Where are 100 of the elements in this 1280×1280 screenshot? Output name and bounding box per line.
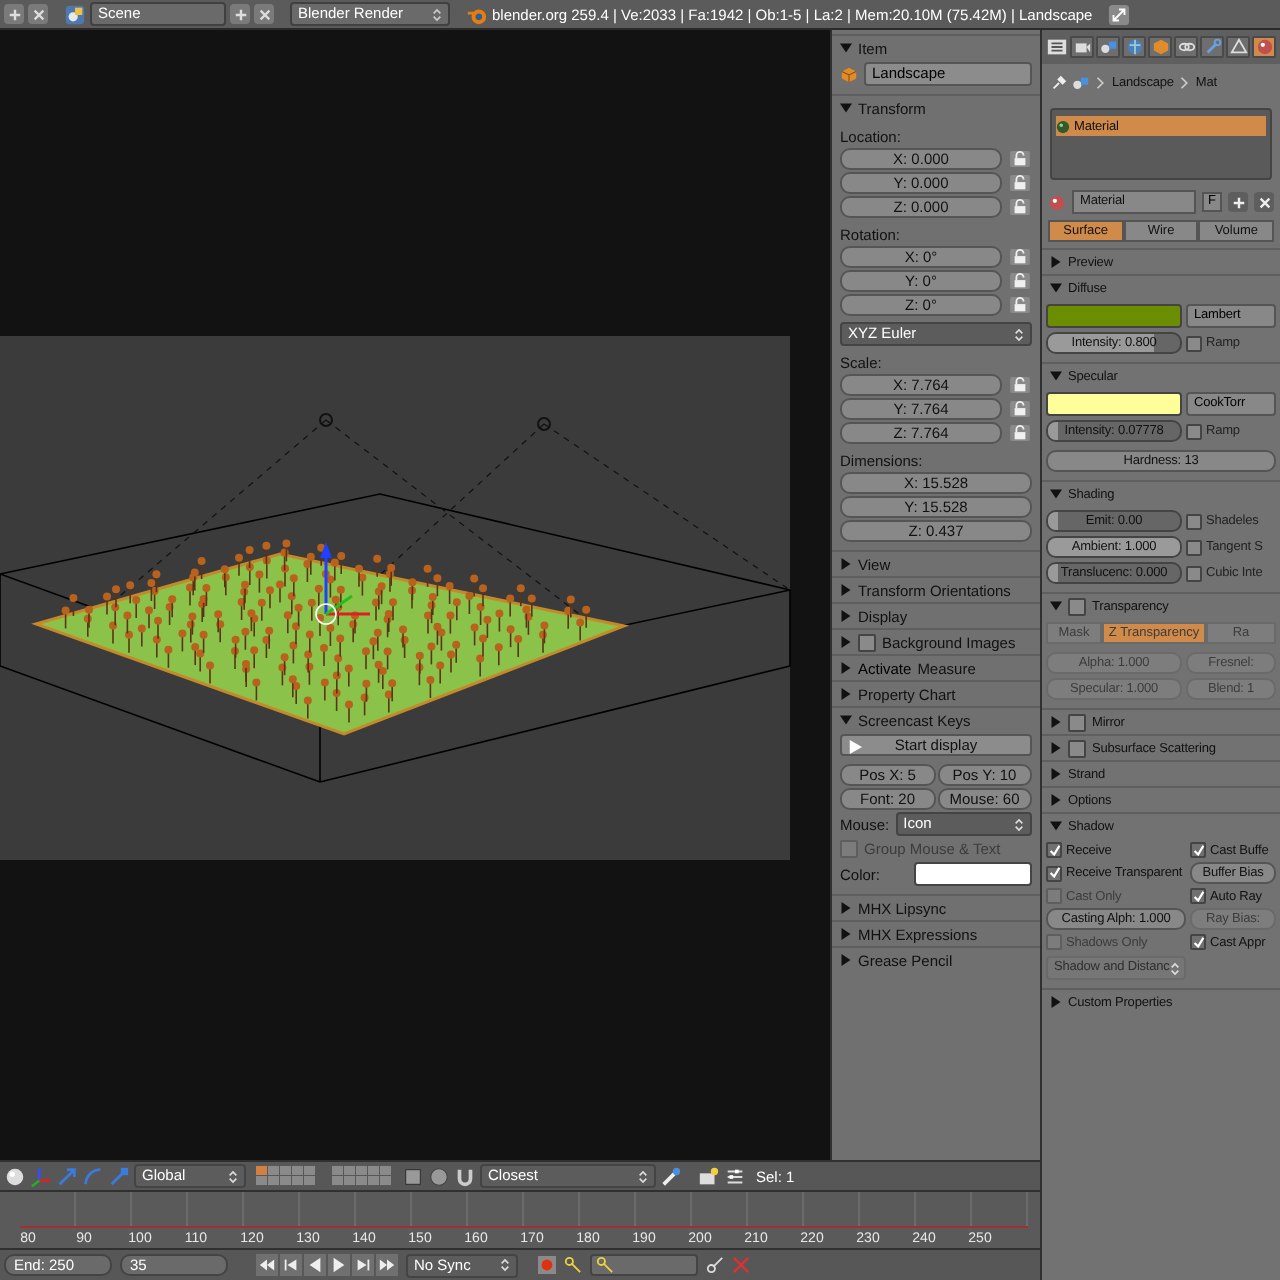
checkbox[interactable] [1046, 842, 1062, 858]
context-tab[interactable] [1226, 36, 1250, 58]
layer-grid[interactable] [332, 1166, 392, 1186]
layer-grid[interactable] [256, 1166, 316, 1186]
up-down-arrows-icon [228, 1169, 238, 1183]
padlock-icon[interactable] [1008, 424, 1032, 442]
scene-icon[interactable] [64, 3, 86, 25]
checkbox[interactable] [1190, 934, 1206, 950]
triangle-icon[interactable] [1050, 256, 1062, 268]
triangle-icon[interactable] [840, 610, 852, 622]
add-button[interactable] [230, 4, 250, 24]
padlock-icon[interactable] [1008, 400, 1032, 418]
checkbox[interactable] [858, 633, 876, 651]
shapes-icon [1072, 74, 1090, 92]
padlock-icon[interactable] [1008, 248, 1032, 266]
globe-icon [1125, 38, 1143, 56]
triangle-icon[interactable] [1050, 820, 1062, 832]
checkbox[interactable] [1186, 423, 1202, 439]
chevron-icon [1177, 76, 1192, 90]
checkbox[interactable] [1186, 539, 1202, 555]
sphere-icon[interactable] [1048, 193, 1066, 211]
up-down-arrows-icon [500, 1258, 510, 1272]
triangle-icon[interactable] [840, 688, 852, 700]
context-tab[interactable] [1122, 36, 1146, 58]
color-swatch[interactable] [1046, 392, 1182, 416]
jump-to-end-icon[interactable] [376, 1254, 398, 1276]
add-button[interactable] [4, 4, 24, 24]
previous-keyframe-icon[interactable] [280, 1254, 302, 1276]
checkbox[interactable] [1186, 335, 1202, 351]
jump-to-start-icon[interactable] [256, 1254, 278, 1276]
context-tab[interactable] [1174, 36, 1198, 58]
circle-icon[interactable] [428, 1165, 450, 1187]
sphere-icon[interactable] [4, 1165, 26, 1187]
up-down-arrows-icon [432, 7, 442, 21]
triangle-icon[interactable] [1050, 742, 1062, 754]
shapes-icon [1099, 38, 1117, 56]
padlock-icon[interactable] [1008, 296, 1032, 314]
color-swatch[interactable] [914, 862, 1032, 886]
3d-viewport[interactable] [0, 30, 830, 1160]
triangle-icon[interactable] [1050, 488, 1062, 500]
up-down-arrows-icon [1169, 961, 1180, 975]
triangle-mesh-icon [1229, 38, 1247, 56]
checkbox[interactable] [1190, 842, 1206, 858]
triangle-icon[interactable] [840, 42, 852, 54]
padlock-icon[interactable] [1008, 376, 1032, 394]
up-down-arrows-icon [1014, 327, 1024, 341]
sphere-icon [1056, 119, 1070, 133]
magnet-icon[interactable] [454, 1165, 476, 1187]
key-icon [596, 1256, 614, 1274]
triangle-icon[interactable] [840, 636, 852, 648]
checkbox[interactable] [1068, 739, 1086, 757]
sliders-icon[interactable] [724, 1165, 746, 1187]
key-icon[interactable] [706, 1256, 724, 1274]
close-button[interactable] [254, 4, 274, 24]
up-down-arrows-icon [638, 1169, 648, 1183]
checkbox[interactable] [1068, 713, 1086, 731]
triangle-icon[interactable] [840, 902, 852, 914]
padlock-icon[interactable] [1008, 150, 1032, 168]
add-button[interactable] [1228, 192, 1248, 212]
padlock-icon[interactable] [1008, 174, 1032, 192]
padlock-icon[interactable] [1008, 272, 1032, 290]
checkbox[interactable] [1186, 565, 1202, 581]
context-tab[interactable] [1070, 36, 1094, 58]
checkbox[interactable] [1190, 888, 1206, 904]
next-keyframe-icon[interactable] [352, 1254, 374, 1276]
up-down-arrows-icon [1014, 817, 1024, 831]
triangle-icon[interactable] [840, 954, 852, 966]
close-button[interactable] [28, 4, 48, 24]
triangle-icon[interactable] [840, 584, 852, 596]
sphere-icon [1255, 38, 1273, 56]
play-icon[interactable] [328, 1254, 350, 1276]
editor-type-icon[interactable] [1046, 36, 1068, 58]
square-handle-icon[interactable] [108, 1165, 130, 1187]
key-icon[interactable] [564, 1256, 582, 1274]
checkbox[interactable] [1046, 865, 1062, 881]
context-tab[interactable] [1200, 36, 1224, 58]
triangle-icon[interactable] [840, 662, 852, 674]
chevron-icon [1094, 76, 1108, 90]
triangle-icon[interactable] [1050, 768, 1062, 780]
context-tab[interactable] [1148, 36, 1172, 58]
triangle-icon[interactable] [1050, 716, 1062, 728]
brush-icon[interactable] [660, 1165, 682, 1187]
triangle-icon[interactable] [840, 558, 852, 570]
context-tab[interactable] [1252, 36, 1276, 58]
play-icon [848, 740, 862, 754]
padlock-icon[interactable] [1008, 198, 1032, 216]
triangle-icon[interactable] [1050, 794, 1062, 806]
context-tab[interactable] [1096, 36, 1120, 58]
triangle-icon[interactable] [840, 714, 852, 726]
close-button[interactable] [1254, 192, 1274, 212]
checkbox[interactable] [1186, 513, 1202, 529]
keying-set-field[interactable] [590, 1254, 698, 1276]
triangle-icon[interactable] [1050, 996, 1062, 1008]
color-swatch[interactable] [1046, 304, 1182, 328]
triangle-icon[interactable] [1050, 282, 1062, 294]
triangle-icon[interactable] [840, 102, 852, 114]
triangle-icon[interactable] [840, 928, 852, 940]
triangle-icon[interactable] [1050, 370, 1062, 382]
play-reverse-icon[interactable] [304, 1254, 326, 1276]
fullscreen-icon[interactable] [1108, 3, 1131, 25]
